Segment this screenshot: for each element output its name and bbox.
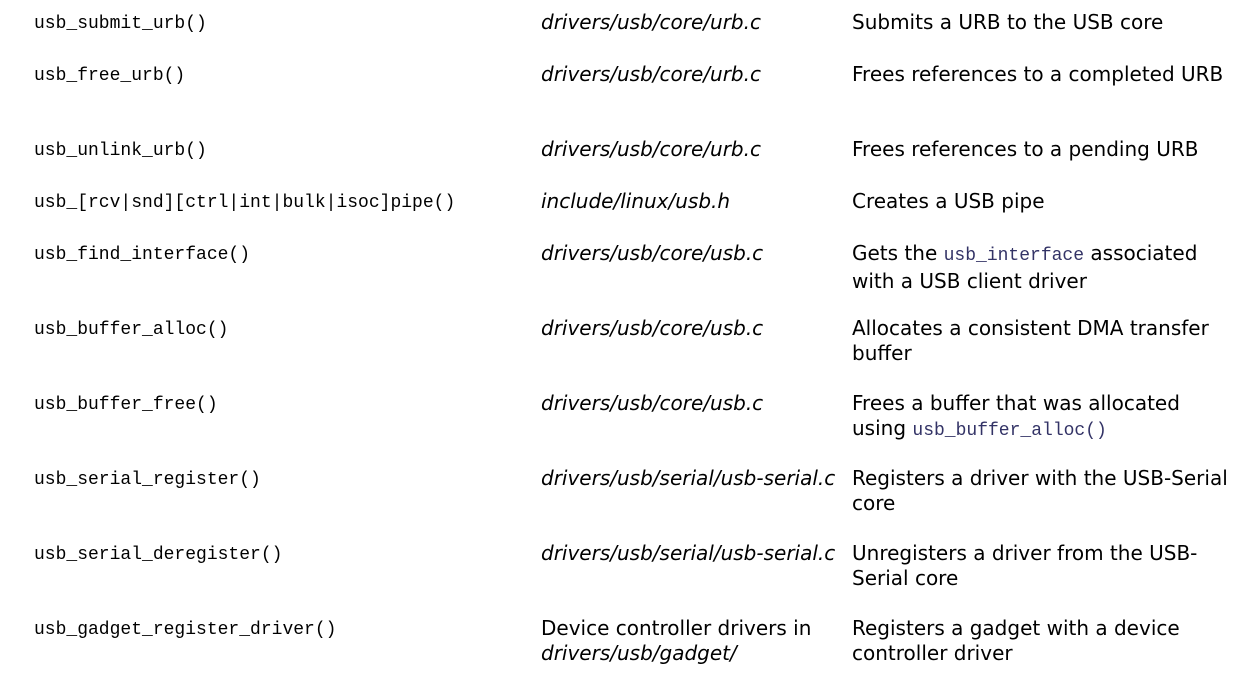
source-file: drivers/usb/core/usb.c bbox=[541, 316, 764, 340]
table-row: usb_serial_deregister() drivers/usb/seri… bbox=[28, 537, 1240, 612]
table-row: usb_free_urb() drivers/usb/core/urb.c Fr… bbox=[28, 58, 1240, 133]
inline-code: usb_buffer_alloc() bbox=[912, 421, 1107, 441]
function-name: usb_serial_register() bbox=[34, 470, 261, 490]
description: Unregisters a driver from the USB-Serial… bbox=[852, 541, 1198, 590]
description: Registers a driver with the USB-Serial c… bbox=[852, 466, 1228, 515]
function-name: usb_find_interface() bbox=[34, 245, 251, 265]
table-row: usb_serial_register() drivers/usb/serial… bbox=[28, 462, 1240, 537]
function-name: usb_buffer_alloc() bbox=[34, 320, 229, 340]
description: Gets the usb_interface associated with a… bbox=[852, 237, 1240, 312]
function-name: usb_submit_urb() bbox=[34, 14, 207, 34]
source-file: drivers/usb/core/usb.c bbox=[541, 391, 764, 415]
description: Frees a buffer that was allocated using … bbox=[852, 387, 1240, 462]
source-file: drivers/usb/core/urb.c bbox=[541, 137, 761, 161]
table-row: usb_submit_urb() drivers/usb/core/urb.c … bbox=[28, 6, 1240, 58]
description: Allocates a consistent DMA transfer buff… bbox=[852, 316, 1209, 365]
description: Frees references to a pending URB bbox=[852, 137, 1199, 161]
description: Submits a URB to the USB core bbox=[852, 10, 1164, 34]
function-name: usb_buffer_free() bbox=[34, 395, 218, 415]
source-file: drivers/usb/core/urb.c bbox=[541, 10, 761, 34]
table-row: usb_unlink_urb() drivers/usb/core/urb.c … bbox=[28, 133, 1240, 185]
inline-code: usb_interface bbox=[943, 246, 1085, 266]
description-text: Gets the bbox=[852, 241, 944, 265]
source-file: drivers/usb/serial/usb-serial.c bbox=[541, 541, 836, 565]
source-file-path: drivers/usb/gadget/ bbox=[541, 641, 737, 665]
source-file: Device controller drivers in drivers/usb… bbox=[541, 612, 852, 687]
table-row: usb_[rcv|snd][ctrl|int|bulk|isoc]pipe() … bbox=[28, 185, 1240, 237]
source-file-prefix: Device controller drivers in bbox=[541, 616, 812, 640]
source-file: drivers/usb/serial/usb-serial.c bbox=[541, 466, 836, 490]
description: Creates a USB pipe bbox=[852, 189, 1045, 213]
table-row: usb_gadget_register_driver() Device cont… bbox=[28, 612, 1240, 687]
function-name: usb_free_urb() bbox=[34, 66, 186, 86]
table-row: usb_find_interface() drivers/usb/core/us… bbox=[28, 237, 1240, 312]
table-row: usb_buffer_free() drivers/usb/core/usb.c… bbox=[28, 387, 1240, 462]
function-name: usb_serial_deregister() bbox=[34, 545, 283, 565]
source-file: include/linux/usb.h bbox=[541, 189, 731, 213]
function-name: usb_unlink_urb() bbox=[34, 141, 207, 161]
function-name: usb_[rcv|snd][ctrl|int|bulk|isoc]pipe() bbox=[34, 193, 456, 213]
source-file: drivers/usb/core/usb.c bbox=[541, 241, 764, 265]
function-name: usb_gadget_register_driver() bbox=[34, 620, 337, 640]
source-file: drivers/usb/core/urb.c bbox=[541, 62, 761, 86]
usb-api-table: usb_submit_urb() drivers/usb/core/urb.c … bbox=[28, 6, 1240, 687]
description: Frees references to a completed URB bbox=[852, 62, 1224, 86]
table-row: usb_buffer_alloc() drivers/usb/core/usb.… bbox=[28, 312, 1240, 387]
description: Registers a gadget with a device control… bbox=[852, 616, 1180, 665]
